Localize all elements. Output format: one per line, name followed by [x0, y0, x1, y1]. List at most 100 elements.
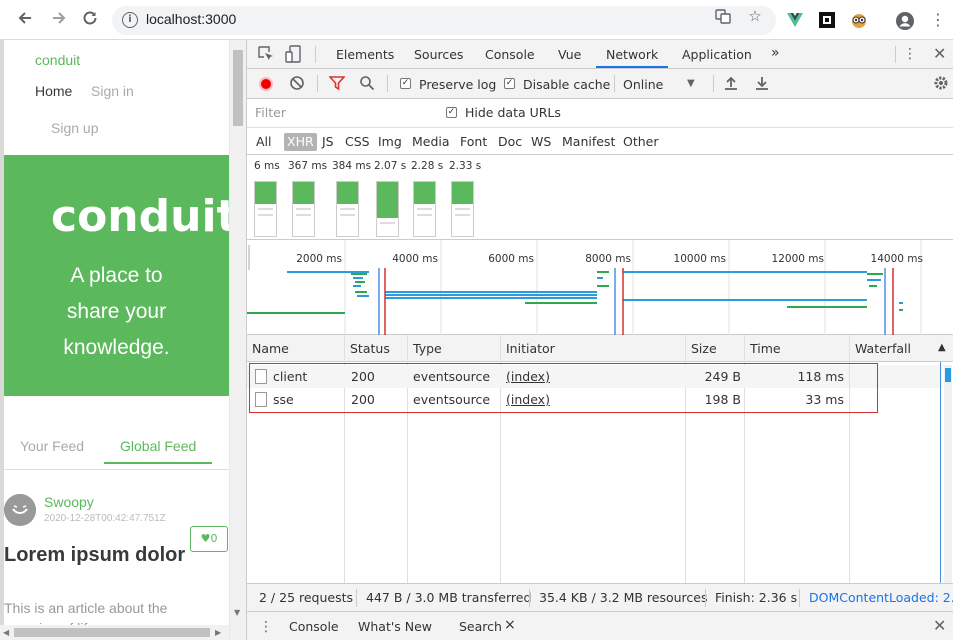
- tab-network[interactable]: Network: [606, 47, 658, 62]
- column-header-name[interactable]: Name: [247, 335, 344, 362]
- tab-global-feed[interactable]: Global Feed: [104, 438, 213, 464]
- type-filter-ws[interactable]: WS: [528, 133, 554, 151]
- preserve-log-checkbox[interactable]: ✓: [400, 78, 411, 89]
- close-drawer-icon[interactable]: ✕: [933, 617, 946, 635]
- resource-type-filters: All XHR JS CSS Img Media Font Doc WS Man…: [247, 128, 953, 155]
- nav-link-home[interactable]: Home: [35, 83, 72, 99]
- nav-link-sign-in[interactable]: Sign in: [91, 83, 134, 99]
- inspect-element-icon[interactable]: [257, 45, 275, 68]
- drawer-tab-console[interactable]: Console: [289, 619, 339, 634]
- reload-icon[interactable]: [79, 9, 101, 31]
- banner-tagline: A place to share your knowledge.: [4, 258, 229, 366]
- article-author[interactable]: Swoopy: [44, 494, 94, 510]
- preserve-log-label: Preserve log: [419, 77, 497, 92]
- type-filter-media[interactable]: Media: [409, 133, 453, 151]
- column-header-size[interactable]: Size: [686, 335, 744, 362]
- chevron-down-icon[interactable]: ▼: [687, 75, 695, 93]
- hide-data-urls-checkbox[interactable]: ✓: [446, 107, 457, 118]
- disable-cache-checkbox[interactable]: ✓: [504, 78, 515, 89]
- record-icon[interactable]: [259, 77, 273, 91]
- devtools-menu-icon[interactable]: ⋮: [903, 45, 917, 63]
- filter-bar: Filter ✓ Hide data URLs: [247, 99, 953, 128]
- favorite-button[interactable]: ♥0: [190, 526, 228, 552]
- filmstrip-frame[interactable]: [451, 181, 474, 237]
- frame-time: 384 ms: [332, 160, 372, 172]
- navbar-brand[interactable]: conduit: [35, 52, 80, 68]
- drawer-tab-whats-new[interactable]: What's New: [358, 619, 432, 634]
- overview-tick: 14000 ms: [871, 253, 923, 265]
- tab-elements[interactable]: Elements: [336, 47, 394, 62]
- type-filter-css[interactable]: CSS: [342, 133, 373, 151]
- scroll-down-arrow-icon[interactable]: ▼: [234, 608, 240, 617]
- column-header-time[interactable]: Time: [745, 335, 849, 362]
- waterfall-scrollbar[interactable]: [944, 365, 952, 583]
- type-filter-xhr[interactable]: XHR: [284, 133, 317, 151]
- article-title[interactable]: Lorem ipsum dolor: [4, 542, 194, 568]
- throttling-select[interactable]: Online: [623, 77, 663, 92]
- search-icon[interactable]: [359, 75, 375, 96]
- filmstrip-frame[interactable]: [254, 181, 277, 237]
- tab-console[interactable]: Console: [485, 47, 535, 62]
- tab-application[interactable]: Application: [682, 47, 752, 62]
- network-settings-gear-icon[interactable]: [933, 75, 949, 96]
- filmstrip-frame[interactable]: [413, 181, 436, 237]
- status-divider: [705, 589, 706, 607]
- filmstrip-frame[interactable]: [292, 181, 315, 237]
- export-har-icon[interactable]: [754, 75, 770, 96]
- profile-avatar-icon[interactable]: [895, 11, 914, 30]
- bookmark-star-icon[interactable]: ☆: [746, 7, 764, 25]
- back-arrow-icon[interactable]: [14, 9, 36, 31]
- filter-funnel-icon[interactable]: [328, 75, 346, 96]
- close-devtools-icon[interactable]: ✕: [933, 45, 946, 63]
- owl-extension-icon[interactable]: [850, 11, 868, 29]
- scrollbar-thumb[interactable]: [233, 50, 243, 126]
- toolbar-divider: [317, 75, 318, 92]
- type-filter-font[interactable]: Font: [457, 133, 490, 151]
- status-transferred: 447 B / 3.0 MB transferred: [366, 590, 532, 605]
- device-toolbar-icon[interactable]: [285, 45, 303, 68]
- disable-cache-label: Disable cache: [523, 77, 611, 92]
- translate-icon[interactable]: [714, 7, 732, 25]
- browser-menu-icon[interactable]: ⋮: [927, 9, 949, 31]
- tab-vue[interactable]: Vue: [558, 47, 581, 62]
- column-header-type[interactable]: Type: [408, 335, 500, 362]
- column-header-initiator[interactable]: Initiator: [501, 335, 685, 362]
- vue-devtools-icon[interactable]: [786, 11, 804, 29]
- status-resources: 35.4 KB / 3.2 MB resources: [539, 590, 708, 605]
- page-vertical-scrollbar[interactable]: ▼: [229, 40, 246, 640]
- highlight-rectangle: [249, 363, 878, 413]
- drawer-tab-search[interactable]: Search: [459, 619, 502, 634]
- type-filter-manifest[interactable]: Manifest: [559, 133, 618, 151]
- extension-square-icon[interactable]: [818, 11, 836, 29]
- tab-your-feed[interactable]: Your Feed: [20, 438, 84, 454]
- column-header-status[interactable]: Status: [345, 335, 407, 362]
- frame-time: 6 ms: [254, 160, 280, 172]
- filmstrip-frame[interactable]: [376, 181, 399, 237]
- type-filter-doc[interactable]: Doc: [495, 133, 525, 151]
- drawer-menu-icon[interactable]: ⋮: [259, 618, 273, 636]
- scrollbar-thumb[interactable]: [14, 628, 210, 637]
- tab-sources[interactable]: Sources: [414, 47, 463, 62]
- overview-tick: 6000 ms: [488, 253, 534, 265]
- scroll-left-arrow-icon[interactable]: ◀: [3, 628, 9, 637]
- page-horizontal-scrollbar[interactable]: ◀ ▶: [0, 625, 229, 640]
- type-filter-all[interactable]: All: [253, 133, 275, 151]
- filmstrip-frame[interactable]: [336, 181, 359, 237]
- close-search-tab-icon[interactable]: ×: [504, 617, 516, 633]
- filmstrip: 6 ms 367 ms 384 ms 2.07 s 2.28 s 2.33 s: [247, 155, 953, 240]
- filter-input[interactable]: Filter: [255, 105, 431, 123]
- forward-arrow-icon[interactable]: [48, 9, 70, 31]
- info-icon[interactable]: i: [122, 12, 138, 28]
- import-har-icon[interactable]: [723, 75, 739, 96]
- clear-icon[interactable]: [289, 75, 305, 96]
- address-bar[interactable]: i localhost:3000: [112, 6, 776, 35]
- type-filter-other[interactable]: Other: [620, 133, 662, 151]
- author-avatar[interactable]: [4, 494, 36, 526]
- more-tabs-button[interactable]: »: [771, 45, 780, 61]
- timeline-overview[interactable]: 2000 ms 4000 ms 6000 ms 8000 ms 10000 ms…: [247, 240, 953, 335]
- type-filter-img[interactable]: Img: [375, 133, 405, 151]
- nav-link-sign-up[interactable]: Sign up: [51, 120, 98, 136]
- type-filter-js[interactable]: JS: [319, 133, 337, 151]
- scroll-right-arrow-icon[interactable]: ▶: [215, 628, 221, 637]
- sort-ascending-icon[interactable]: ▲: [938, 342, 946, 353]
